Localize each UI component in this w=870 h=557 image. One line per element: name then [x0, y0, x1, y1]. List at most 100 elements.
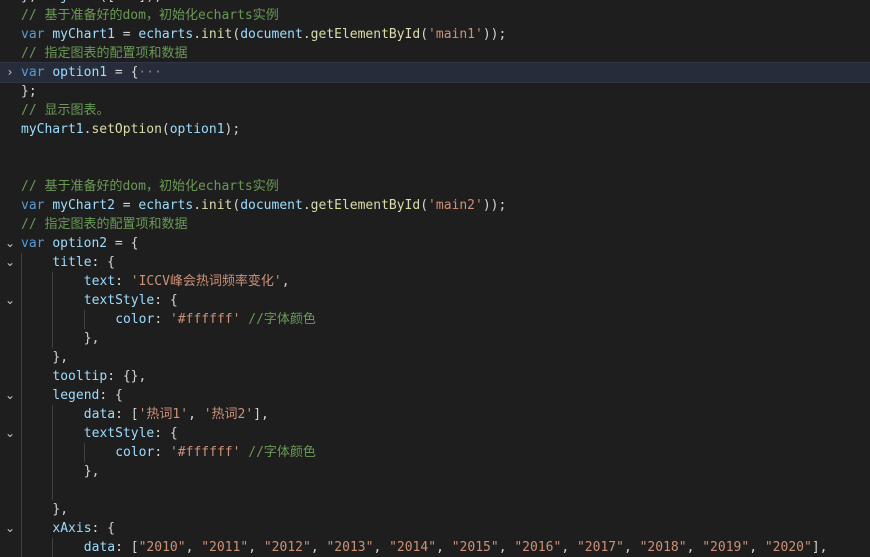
- code-token: .: [193, 27, 202, 42]
- code-token: color: [115, 312, 155, 327]
- code-token: color: [115, 445, 155, 460]
- indent-guide: [21, 253, 22, 272]
- code-token: init: [201, 198, 233, 213]
- code-line[interactable]: ⌄ var option2 = {: [0, 234, 870, 253]
- code-line[interactable]: ⌄ legend: {: [0, 386, 870, 405]
- code-line[interactable]: },: [0, 348, 870, 367]
- fold-expanded-icon[interactable]: ⌄: [2, 424, 18, 443]
- code-token: var: [21, 198, 45, 213]
- code-token: : {: [99, 388, 123, 403]
- code-line[interactable]: },: [0, 462, 870, 481]
- code-text: // 显示图表。: [21, 101, 109, 120]
- code-token: // 指定图表的配置项和数据: [21, 46, 188, 61]
- code-token: 'ICCV峰会热词频率变化': [130, 274, 282, 289]
- indent-guide: [21, 538, 22, 557]
- indent-guide: [52, 272, 54, 291]
- fold-expanded-icon[interactable]: ⌄: [2, 253, 18, 272]
- indent-guide: [83, 443, 85, 462]
- code-line[interactable]: ⌄ textStyle: {: [0, 291, 870, 310]
- code-token: // 指定图表的配置项和数据: [21, 217, 188, 232]
- code-line[interactable]: [0, 158, 870, 177]
- code-token: tooltip: [52, 369, 108, 384]
- code-token: myChart2: [52, 198, 115, 213]
- code-token: ([: [99, 0, 115, 4]
- indent-guide: [21, 386, 22, 405]
- code-line[interactable]: [0, 481, 870, 500]
- code-text: // 基于准备好的dom，初始化echarts实例: [21, 6, 279, 25]
- code-text: };: [21, 82, 37, 101]
- code-text: xAxis: {: [52, 519, 115, 538]
- code-line[interactable]: },: [0, 329, 870, 348]
- code-text: // 指定图表的配置项和数据: [21, 215, 187, 234]
- code-token: },: [83, 464, 100, 479]
- code-token: (: [161, 122, 170, 137]
- code-token: document: [240, 27, 303, 42]
- code-token: ,: [248, 540, 264, 555]
- code-text: var option1 = {···: [21, 63, 162, 82]
- code-token: "2011": [201, 540, 249, 555]
- code-line[interactable]: data: ["2010", "2011", "2012", "2013", "…: [0, 538, 870, 557]
- code-token: ,: [29, 0, 37, 4]
- code-line[interactable]: [0, 139, 870, 158]
- code-token: legend: [52, 388, 100, 403]
- code-editor[interactable]: }, obj.set(['x']);// 基于准备好的dom，初始化echart…: [0, 0, 870, 557]
- code-token: obj: [44, 0, 67, 4]
- code-line[interactable]: text: 'ICCV峰会热词频率变化',: [0, 272, 870, 291]
- code-token: : {: [154, 426, 178, 441]
- indent-guide: [21, 443, 22, 462]
- code-token: // 显示图表。: [21, 103, 110, 118]
- code-line[interactable]: // 显示图表。: [0, 101, 870, 120]
- code-line[interactable]: myChart1.setOption(option1);: [0, 120, 870, 139]
- code-text: tooltip: {},: [52, 367, 146, 386]
- code-line[interactable]: var myChart1 = echarts.init(document.get…: [0, 25, 870, 44]
- code-token: = {: [107, 65, 139, 80]
- code-token: ],: [253, 407, 269, 422]
- code-line[interactable]: ⌄ xAxis: {: [0, 519, 870, 538]
- code-line[interactable]: },: [0, 500, 870, 519]
- code-line[interactable]: ⌄ textStyle: {: [0, 424, 870, 443]
- code-line[interactable]: // 指定图表的配置项和数据: [0, 215, 870, 234]
- code-line[interactable]: ⌄ title: {: [0, 253, 870, 272]
- code-token: data: [83, 407, 116, 422]
- fold-expanded-icon[interactable]: ⌄: [2, 291, 18, 310]
- fold-expanded-icon[interactable]: ⌄: [2, 386, 18, 405]
- code-token: "2013": [326, 540, 374, 555]
- code-token: ));: [482, 27, 507, 42]
- code-token: "2019": [702, 540, 750, 555]
- code-token: echarts: [138, 27, 194, 42]
- code-token: '热词1': [138, 407, 189, 422]
- code-line[interactable]: tooltip: {},: [0, 367, 870, 386]
- code-token: ,: [623, 540, 640, 555]
- indent-guide: [52, 538, 54, 557]
- indent-guide: [52, 310, 54, 329]
- code-token: text: [83, 274, 116, 289]
- code-line[interactable]: var myChart2 = echarts.init(document.get…: [0, 196, 870, 215]
- code-line[interactable]: // 基于准备好的dom，初始化echarts实例: [0, 6, 870, 25]
- fold-collapsed-icon[interactable]: ›: [2, 63, 18, 82]
- code-line[interactable]: data: ['热词1', '热词2'],: [0, 405, 870, 424]
- code-token: };: [21, 84, 37, 99]
- code-token: );: [224, 122, 241, 137]
- fold-expanded-icon[interactable]: ⌄: [2, 519, 18, 538]
- code-token: :: [115, 274, 131, 289]
- code-line[interactable]: color: '#ffffff' //字体颜色: [0, 443, 870, 462]
- code-token: 'main1': [428, 27, 483, 42]
- code-text: var myChart2 = echarts.init(document.get…: [21, 196, 506, 215]
- code-token: set: [76, 0, 99, 4]
- code-line[interactable]: // 基于准备好的dom，初始化echarts实例: [0, 177, 870, 196]
- code-line[interactable]: color: '#ffffff' //字体颜色: [0, 310, 870, 329]
- code-text: // 基于准备好的dom，初始化echarts实例: [21, 177, 279, 196]
- code-line[interactable]: // 指定图表的配置项和数据: [0, 44, 870, 63]
- fold-expanded-icon[interactable]: ⌄: [2, 234, 18, 253]
- code-token: ,: [436, 540, 452, 555]
- code-token: echarts: [138, 198, 194, 213]
- code-token: ,: [686, 540, 703, 555]
- code-line[interactable]: };: [0, 82, 870, 101]
- indent-guide: [21, 367, 22, 386]
- code-token: var: [21, 236, 45, 251]
- code-token: '#ffffff': [169, 312, 241, 327]
- code-line[interactable]: › var option1 = {···: [0, 62, 870, 83]
- code-token: "2014": [389, 540, 437, 555]
- code-token: },: [52, 502, 69, 517]
- code-text: data: ["2010", "2011", "2012", "2013", "…: [84, 538, 828, 557]
